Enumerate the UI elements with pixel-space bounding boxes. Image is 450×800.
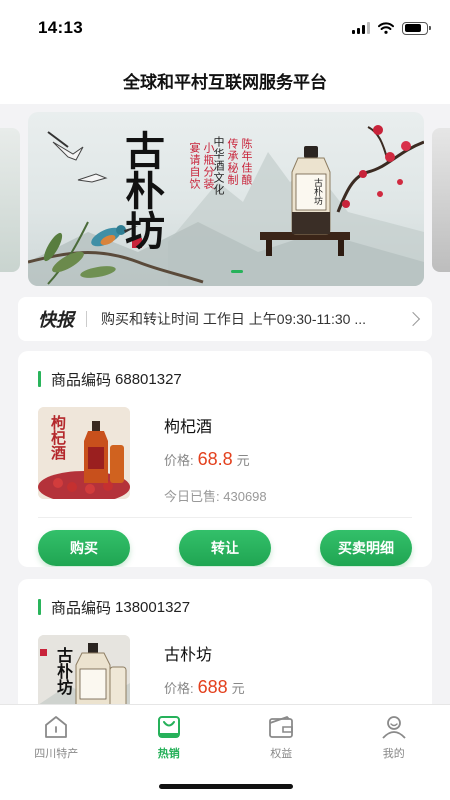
shopping-bag-icon xyxy=(157,716,180,738)
price-unit: 元 xyxy=(231,681,245,696)
tab-sichuan-specialty[interactable]: 四川特产 xyxy=(0,705,113,800)
product-code-row: 商品编码 138001327 xyxy=(18,579,432,635)
product-code-label: 商品编码 xyxy=(51,599,112,617)
bottle-label: 古朴坊 xyxy=(312,178,322,205)
status-icons xyxy=(352,21,431,35)
section-marker xyxy=(38,599,41,615)
buy-button[interactable]: 购买 xyxy=(38,530,130,566)
price-label: 价格: xyxy=(164,453,194,468)
banner-slogan-5: 小瓶分装 xyxy=(202,142,215,190)
page-header: 全球和平村互联网服务平台 xyxy=(0,56,450,104)
price-label: 价格: xyxy=(164,681,194,696)
home-icon xyxy=(45,716,68,738)
product-info[interactable]: 枸杞酒 枸杞酒 价格: 68.8 元 今日已售: 430698 xyxy=(18,407,432,505)
price-row: 价格: 688 元 xyxy=(164,677,245,698)
trade-detail-button[interactable]: 买卖明细 xyxy=(320,530,412,566)
product-name: 古朴坊 xyxy=(164,647,213,664)
product-card: 商品编码 138001327 古朴坊 古朴坊 价格: 688 元 xyxy=(18,579,432,719)
wifi-icon xyxy=(378,22,394,34)
product-thumbnail[interactable]: 枸杞酒 xyxy=(38,407,130,499)
price-unit: 元 xyxy=(236,453,250,468)
product-code-row: 商品编码 68801327 xyxy=(18,351,432,407)
chevron-right-icon[interactable] xyxy=(405,311,421,327)
price-value: 688 xyxy=(197,677,228,697)
banner-slogan-4: 宴请自饮 xyxy=(188,142,201,190)
tab-label: 热销 xyxy=(157,748,180,760)
sold-count: 430698 xyxy=(223,489,267,504)
product-card: 商品编码 68801327 枸杞酒 枸杞酒 价格: 68.8 元 今日已售: 4… xyxy=(18,351,432,567)
cellular-signal-icon xyxy=(352,22,370,34)
product-code: 68801327 xyxy=(115,370,182,388)
product-details: 枸杞酒 价格: 68.8 元 今日已售: 430698 xyxy=(164,407,267,505)
news-text[interactable]: 购买和转让时间 工作日 上午09:30-11:30 ... xyxy=(101,309,398,329)
tab-label: 四川特产 xyxy=(34,748,79,760)
news-ticker[interactable]: 快报 购买和转让时间 工作日 上午09:30-11:30 ... xyxy=(18,297,432,341)
product-code-label: 商品编码 xyxy=(51,371,112,389)
status-bar: 14:13 xyxy=(0,0,450,56)
carousel-next-slide[interactable] xyxy=(432,128,450,272)
home-indicator xyxy=(159,784,293,789)
sold-label: 今日已售: xyxy=(164,489,220,504)
banner-slogan-3: 陈年佳酿 xyxy=(240,138,253,186)
page-title: 全球和平村互联网服务平台 xyxy=(123,72,327,92)
transfer-button[interactable]: 转让 xyxy=(179,530,271,566)
product-name: 枸杞酒 xyxy=(164,419,213,436)
wallet-icon xyxy=(269,715,294,738)
carousel-prev-slide[interactable] xyxy=(0,128,20,272)
section-marker xyxy=(38,371,41,387)
tab-mine[interactable]: 我的 xyxy=(338,705,450,800)
carousel-indicator xyxy=(231,270,243,273)
thumbnail-text: 枸杞酒 xyxy=(49,415,67,460)
tab-label: 权益 xyxy=(270,748,293,760)
tab-label: 我的 xyxy=(382,748,405,760)
battery-icon xyxy=(402,21,431,35)
banner-brand: 古朴坊 xyxy=(118,130,165,250)
user-icon xyxy=(382,716,406,739)
banner-carousel[interactable]: 古朴坊 中华酒文化 传承秘制 陈年佳酿 宴请自饮 小瓶分装 古朴坊 xyxy=(0,112,450,288)
sold-row: 今日已售: 430698 xyxy=(164,486,267,505)
price-row: 价格: 68.8 元 xyxy=(164,449,267,470)
price-value: 68.8 xyxy=(197,449,233,469)
banner-slide[interactable]: 古朴坊 中华酒文化 传承秘制 陈年佳酿 宴请自饮 小瓶分装 古朴坊 xyxy=(28,112,424,286)
thumbnail-text: 古朴坊 xyxy=(54,647,73,695)
banner-slogan-2: 传承秘制 xyxy=(226,138,239,186)
card-actions: 购买 转让 买卖明细 xyxy=(18,518,432,567)
news-divider xyxy=(86,311,87,327)
product-code: 138001327 xyxy=(115,598,191,616)
status-time: 14:13 xyxy=(38,18,83,37)
news-label: 快报 xyxy=(38,310,74,330)
